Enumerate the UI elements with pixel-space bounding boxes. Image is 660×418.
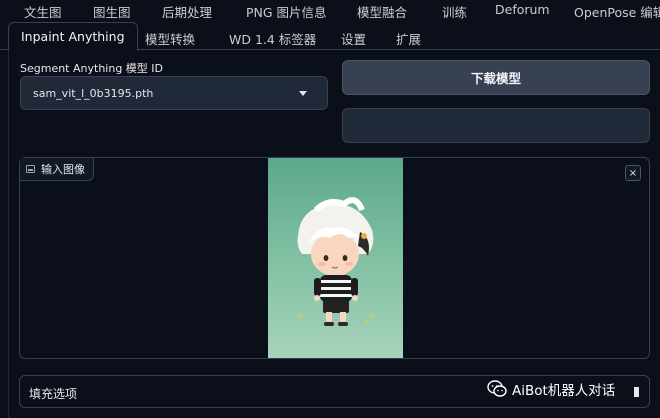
tab-train[interactable]: 训练 [442,2,467,21]
tab-extras[interactable]: 后期处理 [162,2,212,21]
image-icon [26,165,35,173]
chibi-character-image [268,158,403,358]
chevron-down-icon [299,91,307,96]
watermark-text: AiBot机器人对话 [512,383,616,399]
watermark: AiBot机器人对话 [487,378,615,400]
close-image-button[interactable]: × [625,165,641,181]
download-model-button[interactable]: 下载模型 [342,60,650,95]
tab-png-info[interactable]: PNG 图片信息 [246,2,327,21]
input-image-label-text: 输入图像 [41,163,85,176]
sub-tab-bar: Inpaint Anything 模型转换 WD 1.4 标签器 设置 扩展 [0,22,660,51]
input-image-label: 输入图像 [20,158,94,181]
tab-openpose-editor[interactable]: OpenPose 编辑 [574,2,660,21]
wechat-icon [487,380,507,397]
accordion-toggle-icon [634,387,639,397]
main-tab-bar: 文生图 图生图 后期处理 PNG 图片信息 模型融合 训练 Deforum Op… [0,0,660,22]
tab-txt2img[interactable]: 文生图 [24,2,62,21]
input-image-panel[interactable]: 输入图像 × [19,157,650,359]
tab-model-convert[interactable]: 模型转换 [145,29,195,48]
tab-extensions[interactable]: 扩展 [396,29,421,48]
model-id-label: Segment Anything 模型 ID [20,62,164,75]
tab-wd14-tagger[interactable]: WD 1.4 标签器 [229,29,316,48]
model-id-dropdown[interactable]: sam_vit_l_0b3195.pth [20,76,328,110]
tab-checkpoint-merger[interactable]: 模型融合 [357,2,407,21]
panel-border [8,50,9,418]
tab-settings[interactable]: 设置 [341,29,366,48]
model-id-value: sam_vit_l_0b3195.pth [33,87,154,100]
tab-inpaint-anything[interactable]: Inpaint Anything [8,22,138,51]
status-output [342,108,650,143]
tab-deforum[interactable]: Deforum [495,2,550,17]
input-image-preview [268,158,403,358]
fill-options-title: 填充选项 [29,387,78,401]
tab-img2img[interactable]: 图生图 [93,2,131,21]
